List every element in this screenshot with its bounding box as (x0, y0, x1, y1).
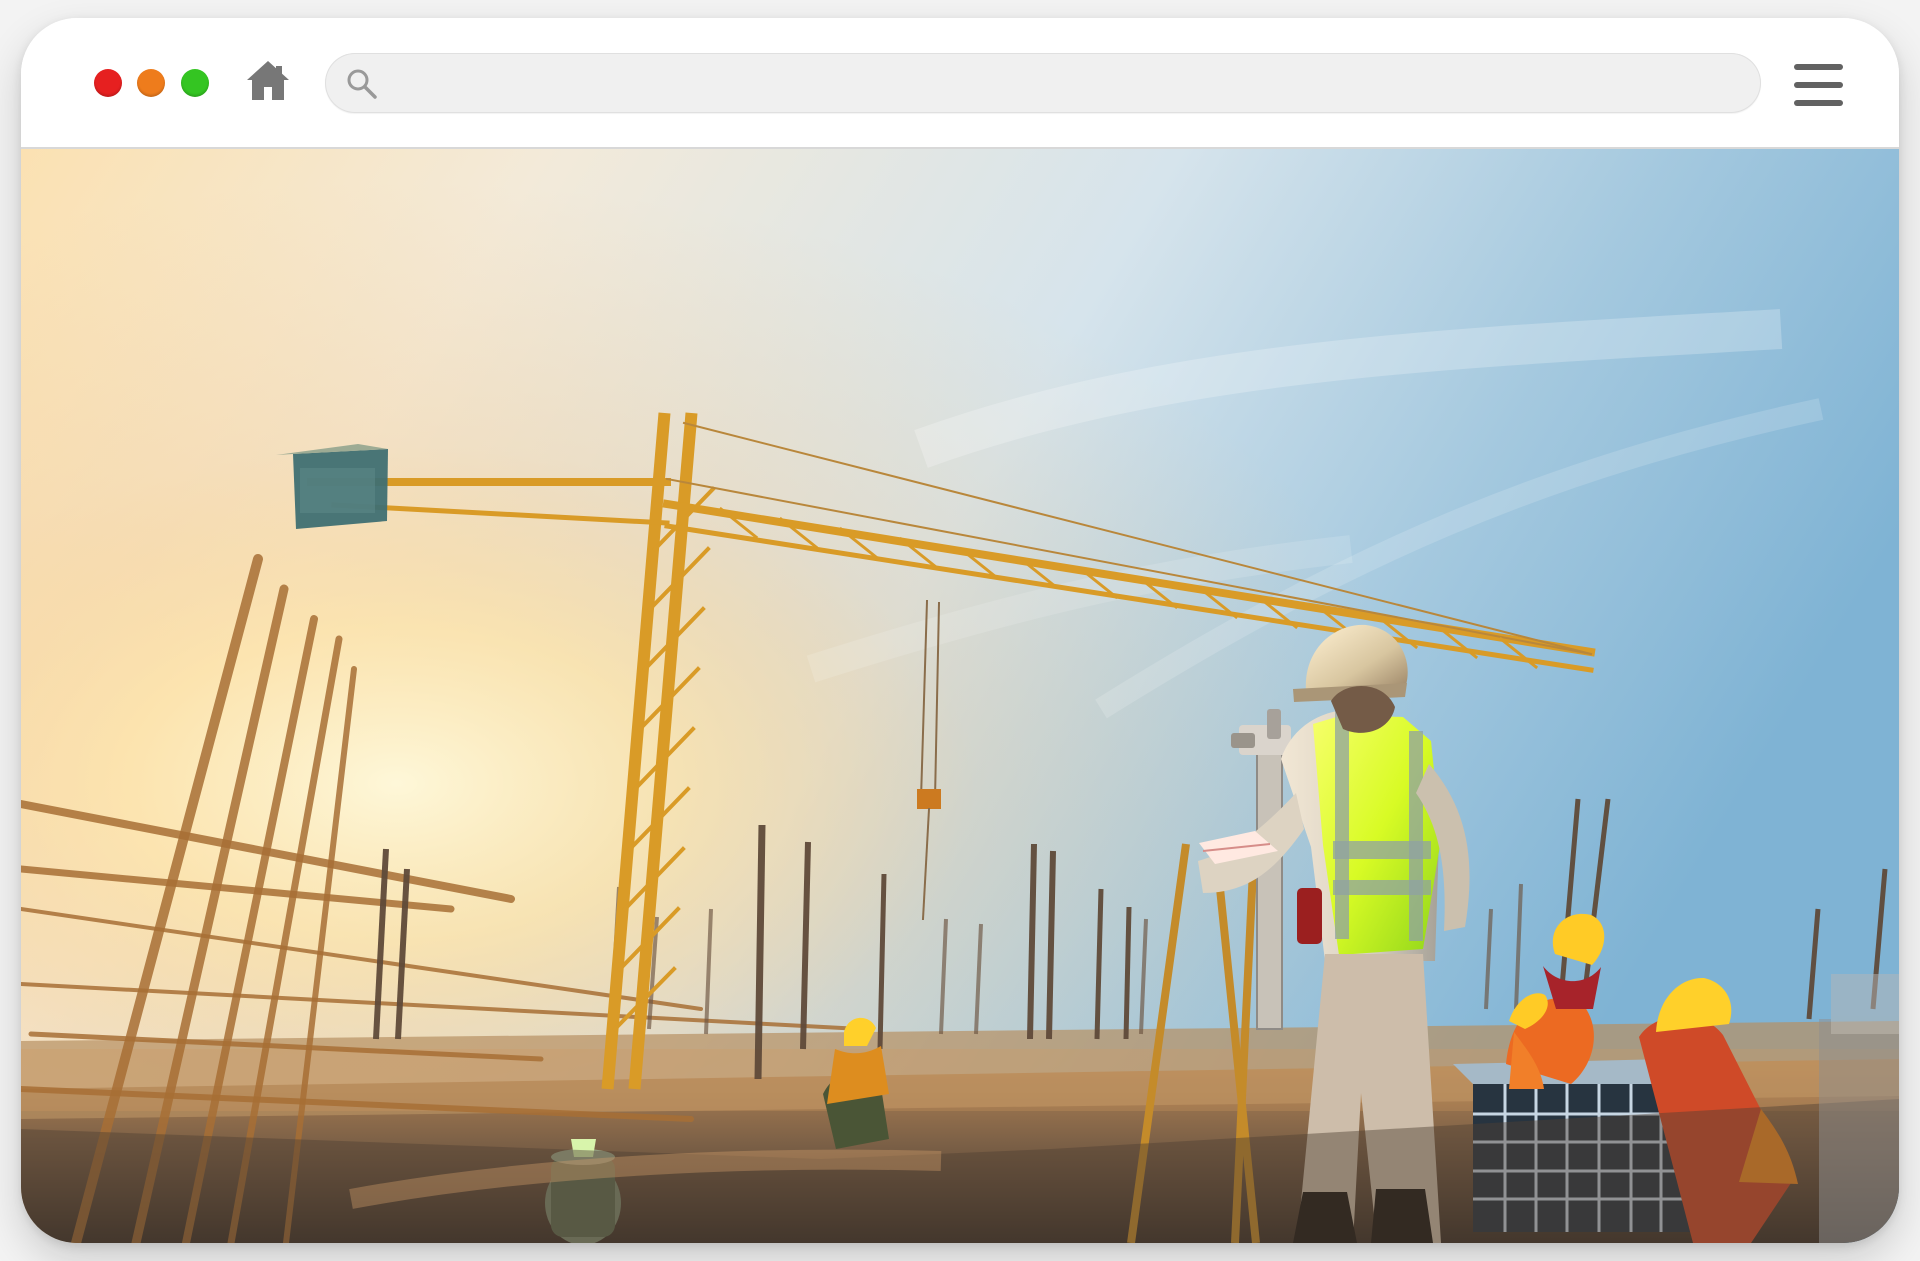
browser-window (21, 18, 1899, 1243)
maximize-window-button[interactable] (181, 69, 209, 97)
home-icon (247, 61, 289, 100)
minimize-window-button[interactable] (137, 69, 165, 97)
construction-site-photo (21, 149, 1899, 1243)
menu-button[interactable] (1792, 64, 1844, 106)
home-button[interactable] (242, 55, 294, 107)
close-window-button[interactable] (94, 69, 122, 97)
search-icon (347, 69, 377, 99)
menu-icon-line (1793, 82, 1843, 88)
menu-icon-line (1793, 64, 1843, 70)
address-bar[interactable] (325, 53, 1761, 113)
menu-icon-line (1793, 100, 1843, 106)
address-input[interactable] (397, 63, 1721, 105)
browser-toolbar (21, 18, 1899, 149)
main-image-area (21, 149, 1899, 1243)
